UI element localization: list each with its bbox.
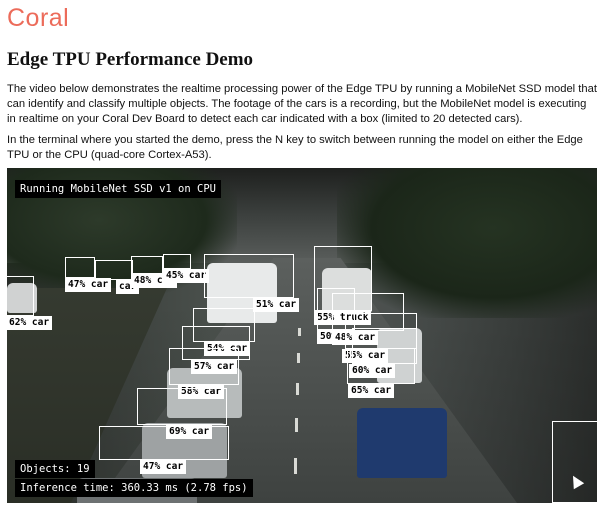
detection-label: 65% car — [348, 384, 395, 398]
page-title: Edge TPU Performance Demo — [7, 49, 254, 70]
detection-label: 45% car — [163, 269, 210, 283]
coral-logo: Coral — [7, 4, 70, 32]
lane-marking — [294, 458, 297, 474]
detection-box: 51% car — [204, 254, 300, 312]
detection-box: 48% car — [131, 256, 178, 288]
lane-marking — [296, 383, 299, 395]
detection-label: 62% car — [7, 316, 53, 330]
detection-box — [552, 421, 597, 503]
detection-box: 62% car — [7, 276, 53, 330]
detection-box: 58% car — [169, 348, 239, 399]
demo-video[interactable]: 47% car car 48% car 45% car 51% car 62% … — [7, 168, 597, 503]
detection-box: 69% car — [137, 388, 227, 439]
lane-marking — [297, 353, 300, 363]
car-image — [357, 408, 447, 478]
detection-box: 47% car — [99, 426, 229, 474]
intro-paragraph: The video below demonstrates the realtim… — [7, 83, 597, 125]
instructions-paragraph: In the terminal where you started the de… — [7, 134, 583, 161]
detection-label: 47% car — [65, 278, 112, 292]
detection-label: 47% car — [140, 460, 187, 474]
objects-count-label: Objects: 19 — [15, 460, 95, 478]
detection-box: 47% car — [65, 257, 112, 292]
detection-label: 51% car — [253, 298, 300, 312]
detection-box: 45% car — [163, 254, 210, 283]
lane-marking — [295, 418, 298, 432]
detection-box: 65% car — [347, 348, 415, 398]
model-mode-label: Running MobileNet SSD v1 on CPU — [15, 180, 221, 198]
lane-marking — [298, 328, 301, 336]
detection-box: car — [95, 260, 140, 294]
inference-time-label: Inference time: 360.33 ms (2.78 fps) — [15, 479, 253, 497]
